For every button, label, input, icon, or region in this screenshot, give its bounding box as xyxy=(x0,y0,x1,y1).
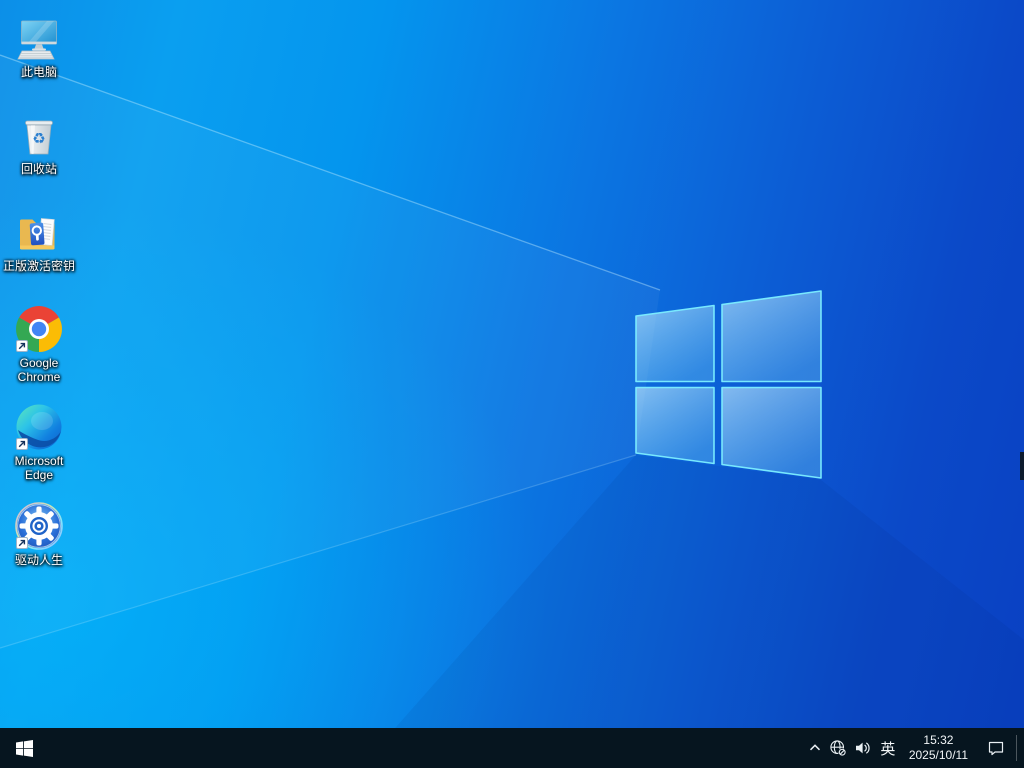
speaker-icon xyxy=(855,742,870,754)
wallpaper-windows-logo xyxy=(0,54,1024,768)
edge-icon xyxy=(15,403,63,451)
ime-indicator[interactable]: 英 xyxy=(875,728,901,768)
desktop-icon-label: 正版激活密钥 xyxy=(2,259,75,273)
yellow-folder-icon xyxy=(15,208,63,256)
desktop-icon-activation-keys[interactable]: 正版激活密钥 xyxy=(1,204,77,273)
start-button[interactable] xyxy=(0,728,48,768)
computer-monitor-icon xyxy=(15,14,63,62)
hidden-icons-button[interactable] xyxy=(803,728,827,768)
taskbar-clock[interactable]: 15:32 2025/10/11 xyxy=(901,733,976,763)
network-status-button[interactable] xyxy=(827,728,849,768)
volume-button[interactable] xyxy=(849,728,875,768)
chevron-up-icon xyxy=(809,744,820,751)
desktop-icon-label: Microsoft Edge xyxy=(14,454,64,482)
right-edge-artifact xyxy=(1020,452,1024,480)
chrome-icon xyxy=(15,305,63,353)
taskbar: 英 15:32 2025/10/11 xyxy=(0,728,1024,768)
svg-text:♻: ♻ xyxy=(32,130,45,148)
desktop-icon-driver-life[interactable]: 驱动人生 xyxy=(1,498,77,567)
blue-gear-ring-icon xyxy=(15,502,63,550)
clock-time: 15:32 xyxy=(923,733,954,747)
clock-date: 2025/10/11 xyxy=(908,748,968,762)
globe-offline-icon xyxy=(830,740,847,757)
shortcut-arrow-icon xyxy=(16,537,28,549)
action-center-button[interactable] xyxy=(976,728,1016,768)
recycle-bin-icon: ♻ xyxy=(15,111,63,159)
system-tray: 英 15:32 2025/10/11 xyxy=(803,728,1024,768)
show-desktop-button[interactable] xyxy=(1017,728,1024,768)
desktop-icon-label: Google Chrome xyxy=(17,356,61,384)
desktop-icon-label: 回收站 xyxy=(20,162,57,176)
shortcut-arrow-icon xyxy=(16,340,28,352)
shortcut-arrow-icon xyxy=(16,438,28,450)
desktop: 此电脑 ♻ 回收站 正版激活密钥 Google Chrome Microsoft… xyxy=(0,0,1024,768)
windows-logo-icon xyxy=(15,739,33,757)
desktop-icon-microsoft-edge[interactable]: Microsoft Edge xyxy=(1,399,77,482)
desktop-icon-label: 此电脑 xyxy=(20,65,57,79)
desktop-icon-label: 驱动人生 xyxy=(14,553,63,567)
desktop-icon-this-pc[interactable]: 此电脑 xyxy=(1,10,77,79)
notification-bubble-icon xyxy=(988,741,1004,756)
desktop-icon-google-chrome[interactable]: Google Chrome xyxy=(1,301,77,384)
desktop-icon-recycle-bin[interactable]: ♻ 回收站 xyxy=(1,107,77,176)
